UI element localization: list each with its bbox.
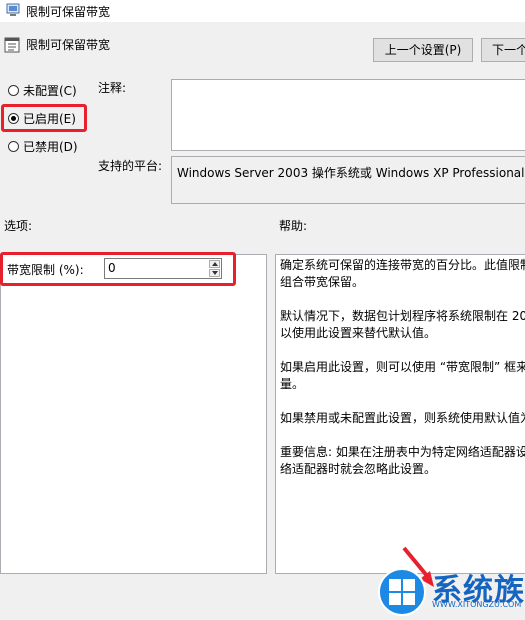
highlight-box <box>0 252 236 286</box>
watermark-url: WWW.XITONGZU.COM <box>432 600 522 609</box>
help-paragraph: 如果启用此设置，则可以使用 “带宽限制” 框来 量。 <box>280 360 525 391</box>
radio-circle <box>8 140 19 152</box>
radio-disabled[interactable]: 已禁用(D) <box>8 137 78 155</box>
radio-not-configured[interactable]: 未配置(C) <box>8 81 77 99</box>
help-paragraph: 如果禁用或未配置此设置，则系统使用默认值为 <box>280 411 525 425</box>
comment-field[interactable] <box>171 79 525 151</box>
help-paragraph: 确定系统可保留的连接带宽的百分比。此值限制 组合带宽保留。 <box>280 258 525 289</box>
options-panel <box>0 254 267 574</box>
previous-setting-button[interactable]: 上一个设置(P) <box>373 38 473 62</box>
windows-logo-icon <box>378 568 426 616</box>
title-bar: 限制可保留带宽 <box>0 0 525 22</box>
highlight-box <box>1 104 87 132</box>
next-setting-button[interactable]: 下一个 <box>481 38 525 62</box>
platform-label: 支持的平台: <box>98 159 163 173</box>
setting-title: 限制可保留带宽 <box>26 38 111 52</box>
help-text: 确定系统可保留的连接带宽的百分比。此值限制 组合带宽保留。 默认情况下，数据包计… <box>280 257 525 495</box>
platform-value: Windows Server 2003 操作系统或 Windows XP Pro… <box>177 166 525 180</box>
platform-field[interactable]: Windows Server 2003 操作系统或 Windows XP Pro… <box>171 156 525 204</box>
radio-label: 已禁用(D) <box>23 139 78 154</box>
help-panel[interactable]: 确定系统可保留的连接带宽的百分比。此值限制 组合带宽保留。 默认情况下，数据包计… <box>275 254 525 574</box>
help-paragraph: 重要信息: 如果在注册表中为特定网络适配器设 络适配器时就会忽略此设置。 <box>280 445 525 476</box>
radio-label: 未配置(C) <box>23 83 77 98</box>
comment-label: 注释: <box>98 81 127 95</box>
help-label: 帮助: <box>279 219 308 233</box>
policy-setting-icon <box>4 37 20 53</box>
help-paragraph: 默认情况下，数据包计划程序将系统限制在 20 以使用此设置来替代默认值。 <box>280 309 525 340</box>
policy-icon <box>6 3 20 16</box>
radio-circle <box>8 84 19 96</box>
options-label: 选项: <box>4 219 33 233</box>
window-title: 限制可保留带宽 <box>26 5 111 19</box>
